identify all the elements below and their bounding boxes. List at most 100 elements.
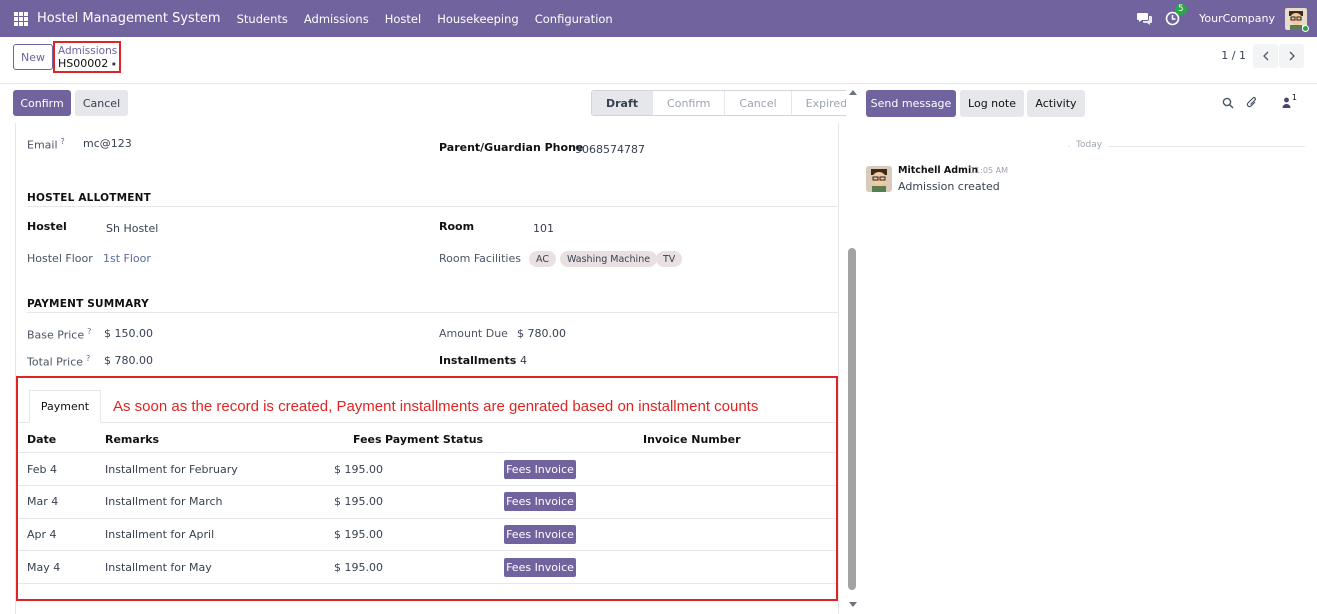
control-panel: New Admissions HS00002 1 / 1 (0, 37, 1317, 84)
row-date[interactable]: Apr 4 (27, 528, 57, 541)
message-body: Admission created (898, 180, 1000, 193)
hostel-label: Hostel (27, 220, 67, 233)
chevron-right-icon (1289, 51, 1295, 61)
row-remarks[interactable]: Installment for March (105, 495, 223, 508)
email-label: Email? (27, 137, 65, 152)
online-status-dot (1302, 24, 1309, 32)
row-date[interactable]: Mar 4 (27, 495, 58, 508)
tab-payment[interactable]: Payment (29, 390, 101, 423)
user-avatar[interactable] (1285, 7, 1309, 32)
row-date[interactable]: Feb 4 (27, 463, 57, 476)
facility-tag-washing-machine[interactable]: Washing Machine (560, 251, 658, 267)
activity-clock-icon[interactable]: 5 (1165, 3, 1187, 27)
stage-draft[interactable]: Draft (592, 91, 653, 115)
author-avatar[interactable] (866, 166, 892, 192)
stage-confirm[interactable]: Confirm (652, 91, 725, 115)
confirm-button[interactable]: Confirm (13, 90, 71, 116)
facility-tag-tv[interactable]: TV (656, 251, 683, 267)
room-facilities-label: Room Facilities (439, 252, 521, 265)
total-price-field[interactable]: $ 780.00 (104, 354, 153, 367)
fees-invoice-button[interactable]: Fees Invoice (504, 460, 576, 479)
menu-admissions[interactable]: Admissions (304, 12, 369, 26)
top-navbar: Hostel Management System Students Admiss… (0, 0, 1317, 37)
installments-label: Installments (439, 354, 517, 367)
section-divider (27, 206, 838, 207)
message-author[interactable]: Mitchell Admin (898, 165, 978, 176)
activity-button[interactable]: Activity (1027, 90, 1085, 117)
hostel-floor-label: Hostel Floor (27, 252, 93, 265)
gear-icon[interactable] (112, 59, 116, 69)
amount-due-field[interactable]: $ 780.00 (517, 327, 566, 340)
record-name: HS00002 (58, 57, 116, 71)
row-remarks[interactable]: Installment for February (105, 463, 238, 476)
amount-due-label: Amount Due (439, 327, 508, 340)
apps-grid-icon[interactable] (14, 11, 28, 26)
new-button[interactable]: New (13, 44, 53, 70)
form-sheet: Email? mc@123 Parent/Guardian Phone 9068… (15, 123, 839, 614)
base-price-field[interactable]: $ 150.00 (104, 327, 153, 340)
chevron-left-icon (1262, 51, 1268, 61)
followers-button[interactable]: 1 (1270, 93, 1297, 108)
hostel-floor-link[interactable]: 1st Floor (103, 252, 151, 265)
stage-pipeline: Draft Confirm Cancel Expired (591, 90, 863, 116)
form-scrollbar[interactable] (846, 84, 860, 614)
app-title[interactable]: Hostel Management System (37, 11, 221, 26)
guardian-phone-field[interactable]: 9068574787 (575, 143, 645, 156)
row-fees[interactable]: $ 195.00 (334, 561, 383, 574)
stage-cancel[interactable]: Cancel (724, 91, 791, 115)
column-header-invoice-number[interactable]: Invoice Number (643, 433, 741, 446)
menu-housekeeping[interactable]: Housekeeping (437, 12, 519, 26)
date-separator-label: Today (1070, 140, 1109, 150)
facility-tag-ac[interactable]: AC (529, 251, 556, 267)
pager-next-button[interactable] (1279, 44, 1304, 68)
column-header-date[interactable]: Date (27, 433, 56, 446)
fees-invoice-button[interactable]: Fees Invoice (504, 525, 576, 544)
row-fees[interactable]: $ 195.00 (334, 495, 383, 508)
total-price-label: Total Price? (27, 354, 91, 369)
row-fees[interactable]: $ 195.00 (334, 528, 383, 541)
breadcrumb-admissions-link[interactable]: Admissions (58, 45, 117, 57)
send-message-button[interactable]: Send message (866, 90, 956, 117)
scroll-up-arrow-icon[interactable] (849, 90, 857, 95)
menu-students[interactable]: Students (237, 12, 288, 26)
row-remarks[interactable]: Installment for May (105, 561, 212, 574)
activity-badge: 5 (1175, 3, 1187, 15)
column-header-remarks[interactable]: Remarks (105, 433, 159, 446)
email-field[interactable]: mc@123 (83, 137, 132, 150)
table-divider (18, 452, 836, 453)
row-fees[interactable]: $ 195.00 (334, 463, 383, 476)
pager-value[interactable]: 1 / 1 (1221, 49, 1246, 62)
user-icon (1282, 97, 1291, 108)
row-date[interactable]: May 4 (27, 561, 60, 574)
room-field[interactable]: 101 (533, 222, 554, 235)
room-label: Room (439, 220, 475, 233)
form-view: Email? mc@123 Parent/Guardian Phone 9068… (0, 123, 846, 614)
table-divider (18, 550, 836, 551)
chatter-topbar-icons: 1 (1210, 93, 1297, 109)
form-statusbar: Confirm Cancel Draft Confirm Cancel Expi… (0, 84, 863, 123)
hostel-field[interactable]: Sh Hostel (106, 222, 158, 235)
menu-configuration[interactable]: Configuration (535, 12, 613, 26)
paperclip-icon[interactable] (1246, 96, 1258, 109)
chat-icon[interactable] (1137, 11, 1153, 27)
message-timestamp: 11:05 AM (970, 166, 1008, 175)
log-note-button[interactable]: Log note (960, 90, 1024, 117)
installments-field[interactable]: 4 (520, 354, 527, 367)
table-divider (18, 485, 836, 486)
scroll-thumb[interactable] (848, 248, 856, 590)
column-header-fees[interactable]: Fees (353, 433, 382, 446)
company-switcher[interactable]: YourCompany (1199, 12, 1275, 25)
column-header-payment-status[interactable]: Payment Status (385, 433, 483, 446)
menu-hostel[interactable]: Hostel (385, 12, 421, 26)
tab-divider (18, 422, 836, 423)
scroll-down-arrow-icon[interactable] (849, 602, 857, 607)
row-remarks[interactable]: Installment for April (105, 528, 214, 541)
fees-invoice-button[interactable]: Fees Invoice (504, 558, 576, 577)
hostel-allotment-title: HOSTEL ALLOTMENT (27, 192, 151, 204)
section-divider (27, 312, 838, 313)
cancel-button[interactable]: Cancel (75, 90, 128, 116)
fees-invoice-button[interactable]: Fees Invoice (504, 492, 576, 511)
pager-previous-button[interactable] (1253, 44, 1278, 68)
search-icon[interactable] (1222, 97, 1234, 109)
table-divider (18, 518, 836, 519)
